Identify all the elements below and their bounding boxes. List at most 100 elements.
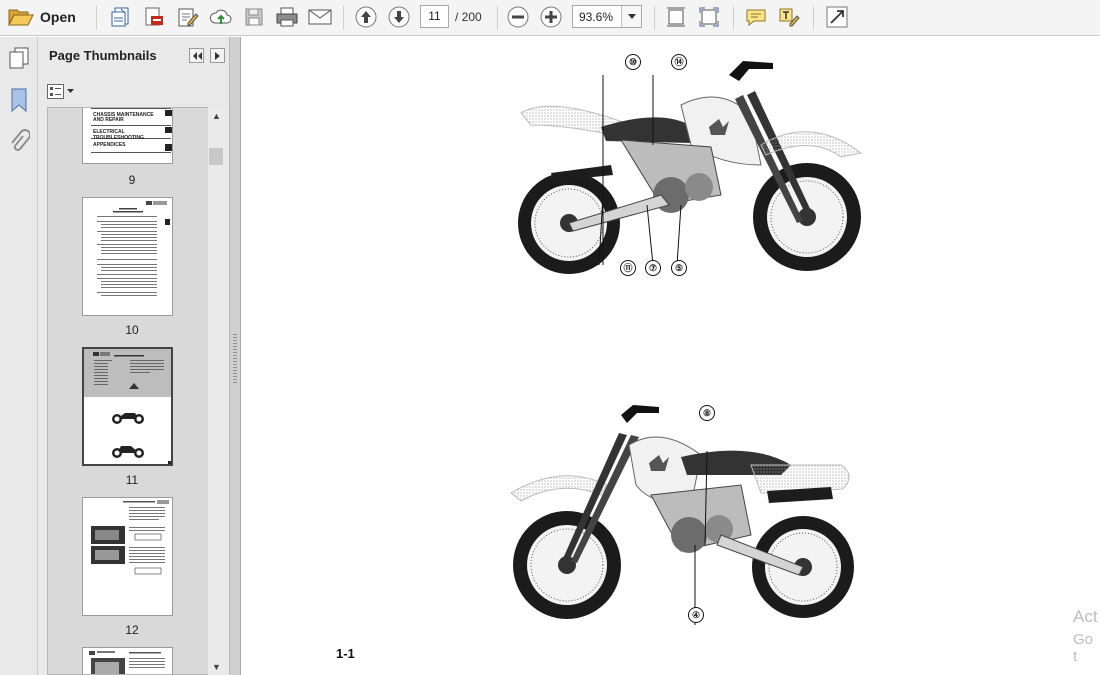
thumbnail-options-button[interactable] (47, 83, 74, 99)
motorcycle-right-side-image (518, 61, 863, 274)
prev-page-button[interactable] (354, 5, 378, 29)
zoom-out-icon (507, 6, 529, 28)
next-page-icon (388, 6, 410, 28)
paperclip-icon (11, 129, 31, 151)
zoom-in-icon (540, 6, 562, 28)
collapse-panel-button[interactable] (189, 48, 204, 63)
callout-marker: ⑤ (671, 260, 687, 276)
double-chevron-left-icon (192, 51, 202, 60)
expand-panel-button[interactable] (210, 48, 225, 63)
fit-width-button[interactable] (697, 5, 721, 29)
thumbnail-page-12[interactable] (82, 497, 173, 616)
thumbnail-page-label: 9 (128, 173, 136, 187)
document-view[interactable]: ⑩ ⑭ ⑪ ⑦ ⑤ ⑧ ④ 1-1 Act Go t (241, 37, 1100, 675)
open-label: Open (40, 9, 76, 25)
next-page-button[interactable] (387, 5, 411, 29)
page-thumbnails-nav-button[interactable] (8, 46, 30, 73)
page-13-preview (89, 651, 165, 674)
email-icon (308, 9, 332, 25)
edit-icon (178, 8, 199, 27)
fit-width-icon (699, 7, 719, 27)
motorcycle-left-side-image (511, 405, 854, 625)
watermark-line-2: Go t (1073, 631, 1094, 665)
bookmark-icon (11, 88, 27, 113)
callout-marker: ⑪ (620, 260, 636, 276)
callout-marker: ⑦ (645, 260, 661, 276)
chevron-right-icon (214, 51, 220, 60)
page-12-preview (91, 500, 169, 575)
page-number-input[interactable]: 11 (420, 5, 449, 28)
highlight-button[interactable] (777, 5, 801, 29)
pages-icon (9, 47, 29, 69)
fit-page-button[interactable] (664, 5, 688, 29)
watermark-line-1: Act (1073, 607, 1098, 626)
toolbar-separator (813, 6, 814, 30)
zoom-in-button[interactable] (539, 5, 563, 29)
toolbar-separator (343, 6, 344, 30)
create-pdf-icon (111, 7, 129, 27)
options-icon (47, 83, 64, 99)
comment-button[interactable] (744, 5, 768, 29)
scrollbar-thumb[interactable] (209, 148, 223, 165)
thumbnail-list: CHASSIS MAINTENANCE AND REPAIR ELECTRICA… (47, 107, 215, 675)
print-icon (276, 7, 298, 27)
scroll-down-icon[interactable]: ▼ (212, 662, 221, 672)
save-button[interactable] (242, 5, 266, 29)
toolbar-separator (96, 6, 97, 30)
thumb-entry: APPENDICES (93, 142, 126, 148)
scroll-up-icon[interactable]: ▲ (212, 111, 221, 121)
main-toolbar: Open 11 / 200 93.6% (0, 0, 1100, 36)
save-icon (245, 8, 263, 26)
chevron-down-icon[interactable] (621, 6, 641, 27)
splitter-grip[interactable] (233, 334, 237, 384)
navigation-pane (0, 37, 38, 675)
email-button[interactable] (307, 5, 333, 29)
callout-marker: ⑧ (699, 405, 715, 421)
thumbnail-page-label: 12 (125, 623, 139, 637)
page-number-label: 1-1 (336, 646, 355, 661)
highlight-icon (779, 8, 800, 27)
expand-button[interactable] (825, 5, 849, 29)
thumbnail-scrollbar[interactable]: ▲ ▼ (208, 107, 225, 675)
create-pdf-button[interactable] (109, 5, 133, 29)
callout-marker: ④ (688, 607, 704, 623)
thumb-entry: ELECTRICAL TROUBLESHOOTING (93, 129, 144, 141)
callout-marker: ⑩ (625, 54, 641, 70)
expand-icon (826, 6, 848, 28)
zoom-select[interactable]: 93.6% (572, 5, 642, 28)
chevron-down-icon (67, 89, 74, 93)
bookmarks-nav-button[interactable] (9, 87, 29, 116)
zoom-out-button[interactable] (506, 5, 530, 29)
thumbnail-page-9[interactable]: CHASSIS MAINTENANCE AND REPAIR ELECTRICA… (82, 108, 173, 164)
upload-button[interactable] (208, 5, 234, 29)
thumb-entry: CHASSIS MAINTENANCE AND REPAIR (93, 112, 154, 123)
zoom-value: 93.6% (579, 10, 614, 24)
thumbnail-page-11[interactable] (82, 347, 173, 466)
thumbnails-panel: Page Thumbnails CHASSIS MAINTENANCE AND … (38, 37, 230, 675)
open-button[interactable]: Open (8, 5, 76, 29)
page-10-preview (97, 201, 170, 296)
print-button[interactable] (274, 5, 300, 29)
resize-handle[interactable] (168, 461, 171, 464)
toolbar-separator (654, 6, 655, 30)
upload-icon (209, 9, 232, 24)
export-pdf-icon (145, 7, 163, 26)
panel-splitter[interactable] (230, 37, 241, 675)
panel-title: Page Thumbnails (49, 48, 157, 63)
folder-open-icon (8, 9, 34, 26)
thumbnail-page-label: 10 (125, 323, 139, 337)
attachments-nav-button[interactable] (8, 129, 31, 158)
page-total-label: / 200 (455, 10, 482, 24)
page-11-preview (84, 349, 171, 464)
callout-marker: ⑭ (671, 54, 687, 70)
thumbnail-page-label: 11 (125, 473, 139, 487)
toolbar-separator (497, 6, 498, 30)
prev-page-icon (355, 6, 377, 28)
export-pdf-button[interactable] (142, 5, 166, 29)
toolbar-separator (733, 6, 734, 30)
comment-icon (746, 9, 766, 27)
thumbnail-page-13[interactable] (82, 647, 173, 674)
edit-button[interactable] (176, 5, 200, 29)
thumbnail-page-10[interactable] (82, 197, 173, 316)
fit-page-icon (667, 7, 685, 27)
